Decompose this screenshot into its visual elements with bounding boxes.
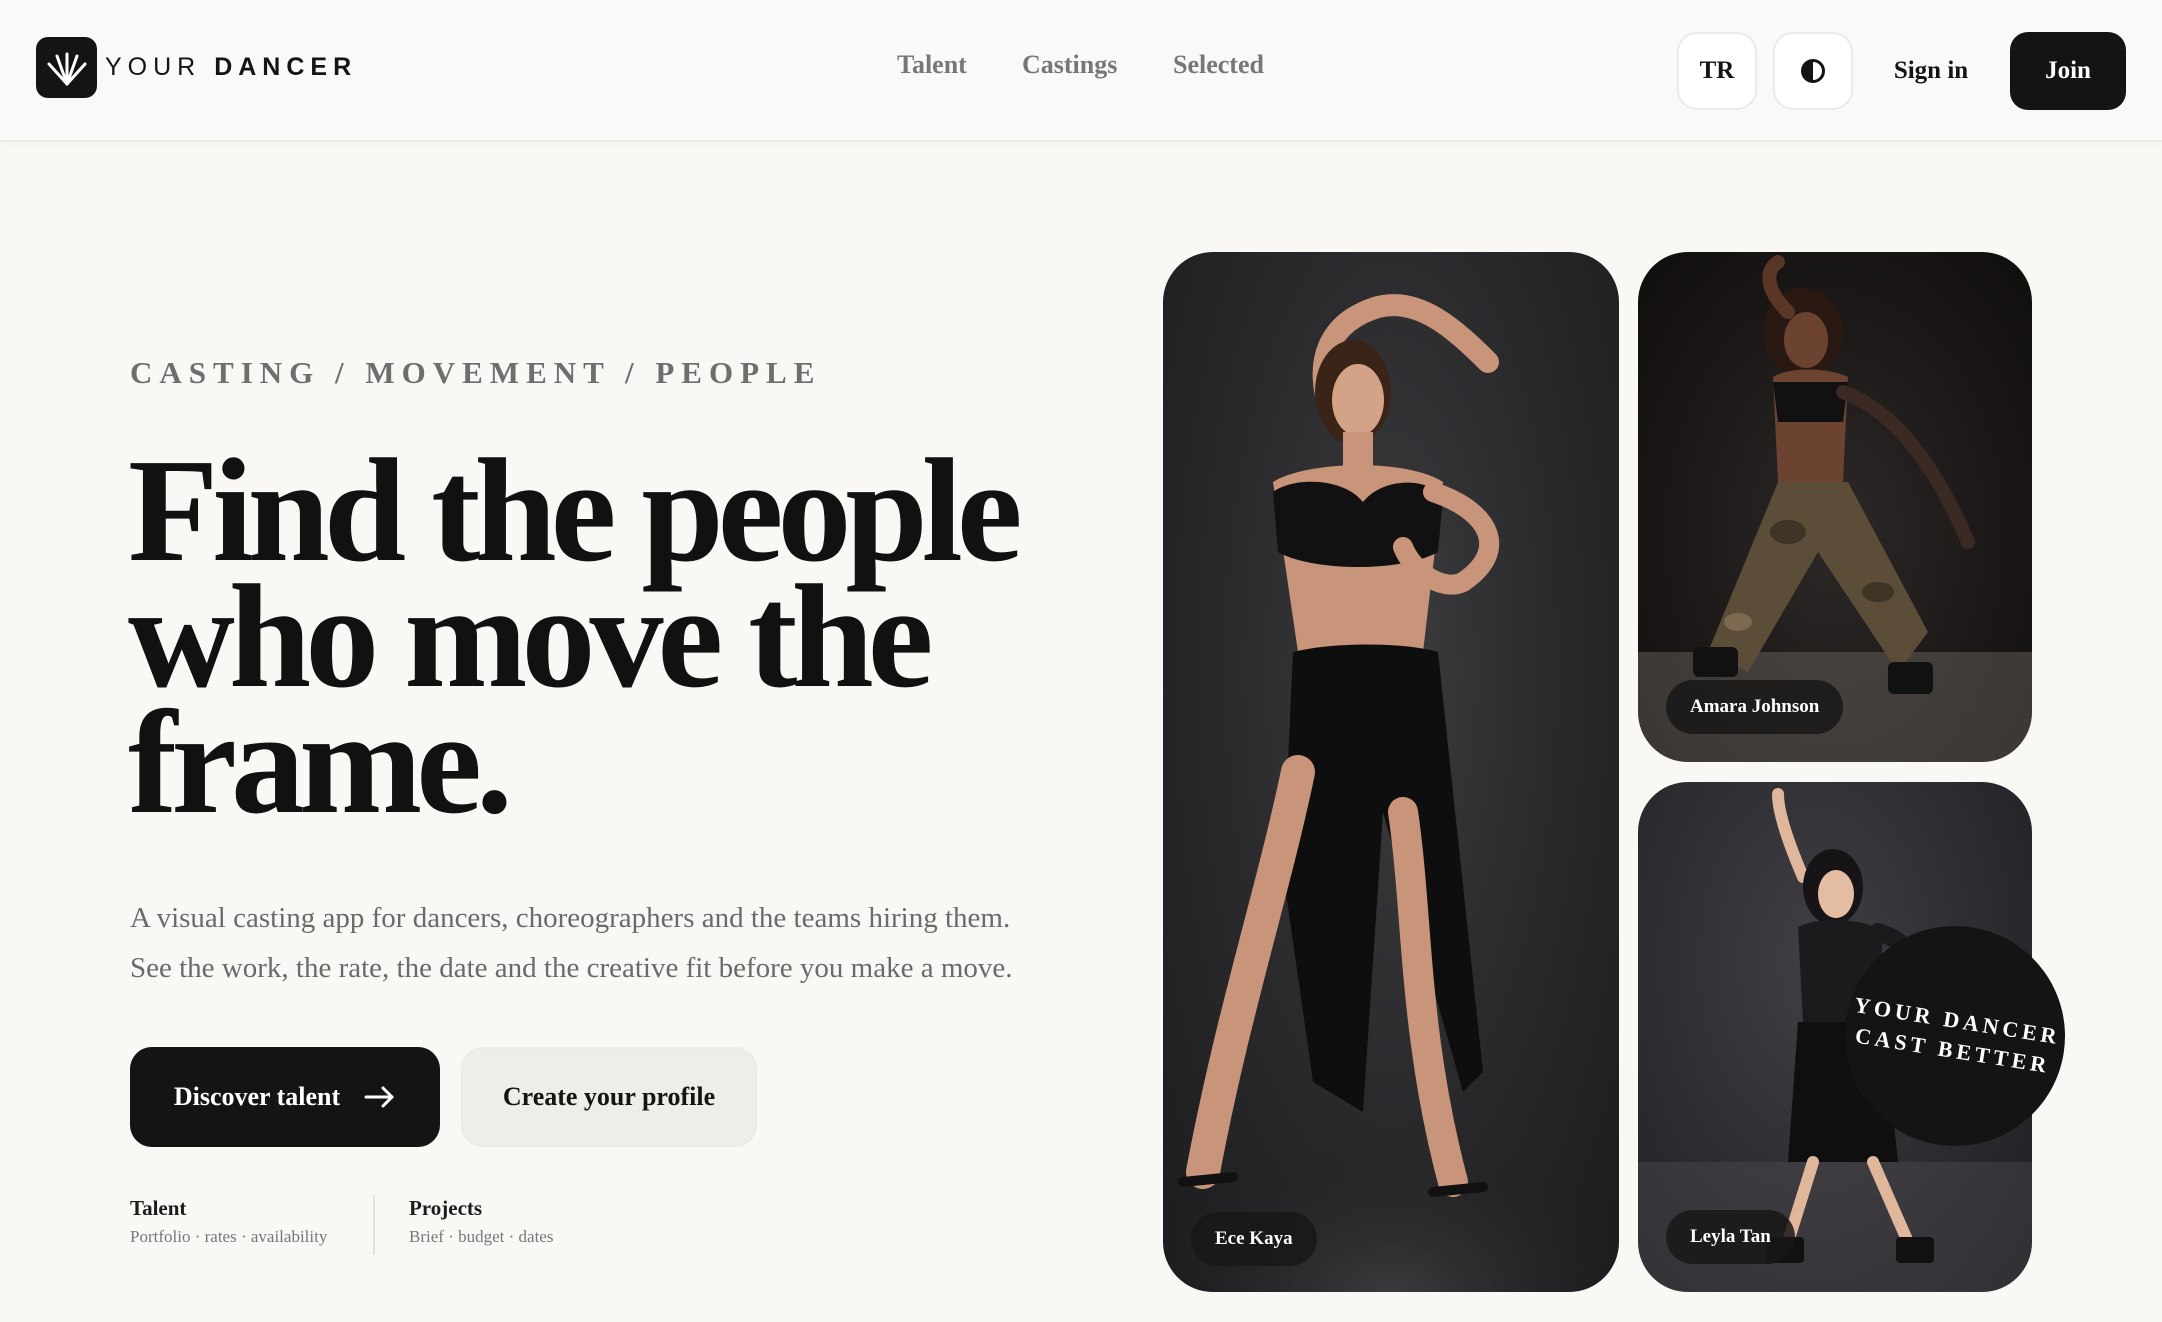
hero-subcopy: A visual casting app for dancers, choreo… — [130, 893, 1090, 993]
hero-headline: Find the people who move the frame. — [128, 437, 1108, 837]
talent-name-tag: Amara Johnson — [1666, 680, 1844, 734]
language-toggle-button[interactable]: TR — [1677, 32, 1757, 110]
meta-talent: Talent Portfolio · rates · availability — [130, 1196, 327, 1247]
meta-title: Projects — [409, 1196, 483, 1220]
create-profile-button[interactable]: Create your profile — [461, 1047, 757, 1147]
arrow-right-icon — [364, 1086, 394, 1108]
subcopy-line: See the work, the rate, the date and the… — [130, 952, 1013, 984]
discover-talent-label: Discover talent — [173, 1082, 341, 1111]
talent-card-ece[interactable]: Ece Kaya — [1163, 252, 1619, 1292]
meta-projects: Projects Brief · budget · dates — [409, 1196, 553, 1247]
meta-divider — [373, 1195, 375, 1255]
half-circle-contrast-icon — [1801, 59, 1825, 83]
theme-toggle-button[interactable] — [1773, 32, 1853, 110]
language-label: TR — [1699, 57, 1735, 84]
site-header: YOUR DANCER Talent Castings Selected TR … — [0, 0, 2162, 142]
meta-subtitle: Brief · budget · dates — [409, 1227, 554, 1246]
dancer-photo — [1163, 294, 1619, 1292]
join-button[interactable]: Join — [2010, 32, 2126, 110]
nav-item-selected[interactable]: Selected — [1173, 50, 1264, 80]
sign-in-button[interactable]: Sign in — [1876, 32, 1986, 110]
nav-item-talent[interactable]: Talent — [897, 50, 967, 80]
discover-talent-button[interactable]: Discover talent — [130, 1047, 440, 1147]
meta-title: Talent — [130, 1196, 187, 1220]
subcopy-line: A visual casting app for dancers, choreo… — [130, 902, 1011, 934]
talent-name-tag: Leyla Tan — [1666, 1210, 1795, 1264]
talent-card-amara[interactable]: Amara Johnson — [1638, 252, 2032, 762]
nav-item-castings[interactable]: Castings — [1022, 50, 1117, 80]
hero-eyebrow: CASTING / MOVEMENT / PEOPLE — [130, 355, 822, 390]
talent-name-tag: Ece Kaya — [1191, 1212, 1317, 1266]
meta-subtitle: Portfolio · rates · availability — [130, 1227, 328, 1246]
